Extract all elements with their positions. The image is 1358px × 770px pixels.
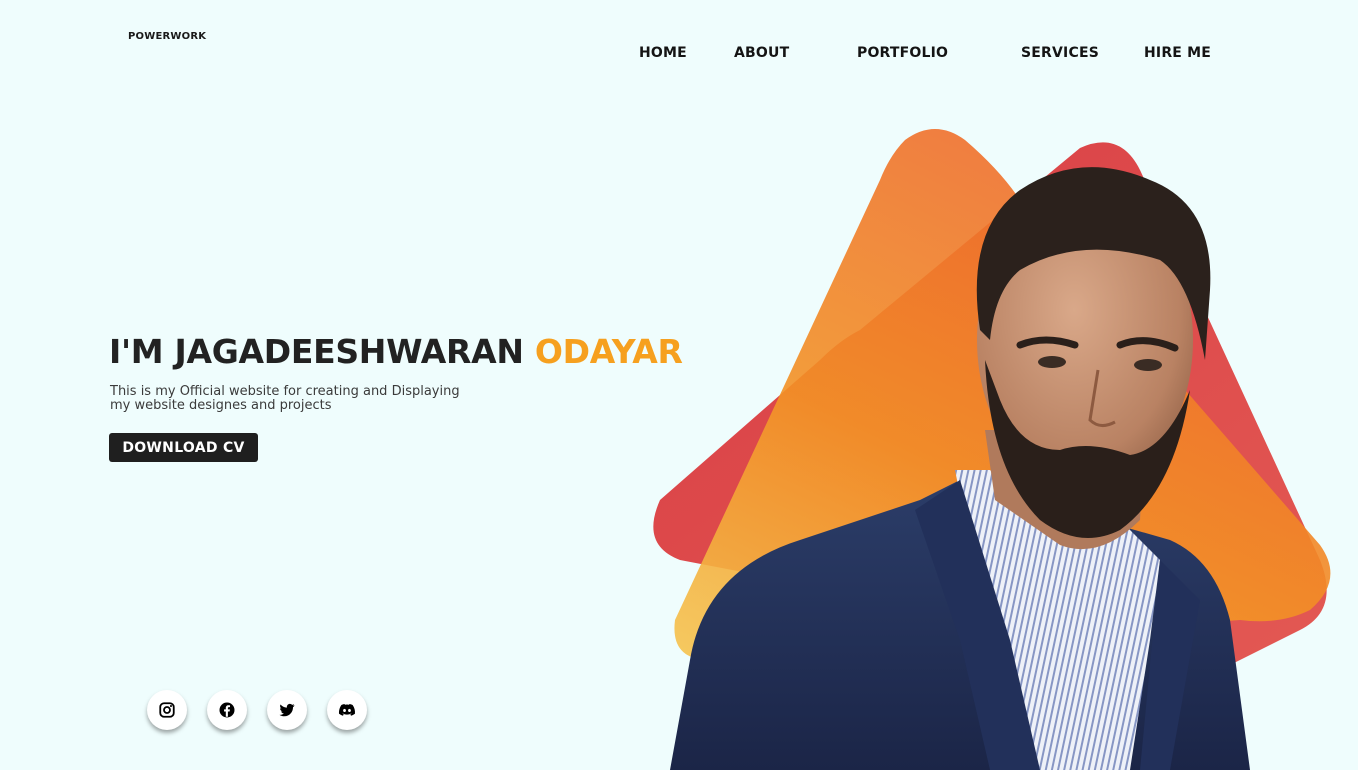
download-cv-button[interactable]: DOWNLOAD CV [109,433,258,462]
nav-portfolio[interactable]: PORTFOLIO [857,45,948,61]
nav-services[interactable]: SERVICES [1021,45,1099,61]
hero-title: I'M JAGADEESHWARAN ODAYAR [109,332,683,371]
site-logo[interactable]: POWERWORK [128,31,206,42]
nav-home[interactable]: HOME [639,45,687,61]
discord-icon [339,704,356,716]
twitter-button[interactable] [267,690,307,730]
instagram-button[interactable] [147,690,187,730]
facebook-button[interactable] [207,690,247,730]
hero-subtitle-line-1: This is my Official website for creating… [110,384,460,399]
hero-subtitle-line-2: my website designes and projects [110,398,332,413]
main-nav: HOME ABOUT PORTFOLIO SERVICES HIRE ME [0,45,1358,65]
facebook-icon [219,702,235,718]
discord-button[interactable] [327,690,367,730]
hero-title-name: I'M JAGADEESHWARAN [109,332,535,371]
nav-hire-me[interactable]: HIRE ME [1144,45,1211,61]
instagram-icon [159,702,175,718]
hero-subtitle: This is my Official website for creating… [110,385,490,413]
hero-art [653,129,1331,770]
twitter-icon [279,703,295,717]
nav-about[interactable]: ABOUT [734,45,789,61]
